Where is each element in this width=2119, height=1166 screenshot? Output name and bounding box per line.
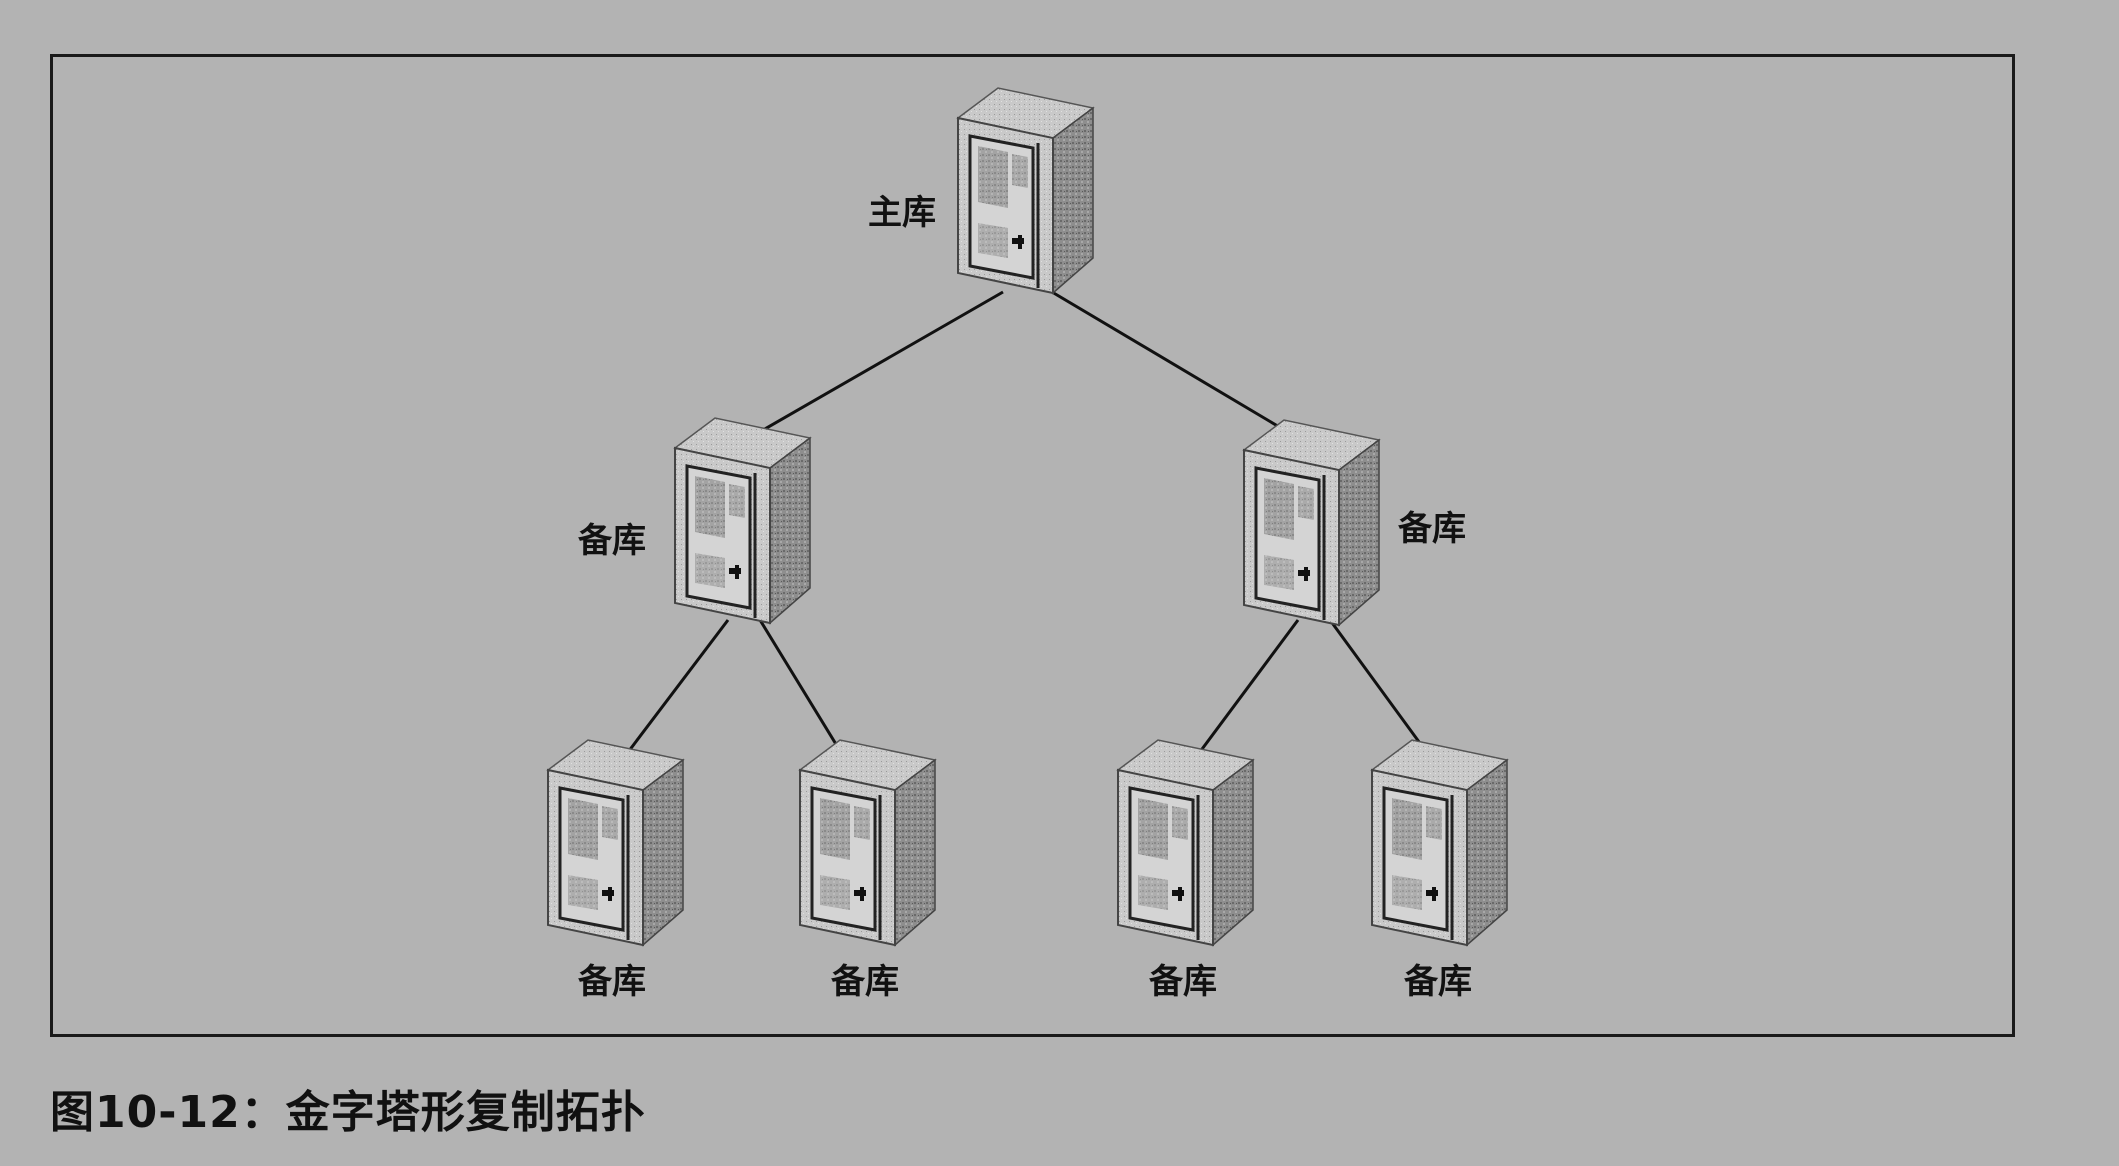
replica-l2-4-label: 备库 [1404,962,1472,1002]
replica-l1-left-label: 备库 [578,521,646,561]
replica-l1-right-server-icon [1242,418,1381,627]
replication-topology-diagram: 主库 备库 备库 备库 备库 备库 备库 [546,86,1509,1002]
replica-l1-right-label: 备库 [1398,509,1466,549]
replica-l2-1-server-icon [546,738,685,947]
edge-master-to-left [736,290,1004,447]
replica-l2-2-label: 备库 [831,962,899,1002]
replica-l1-left-server-icon [673,416,812,625]
replica-l2-3-server-icon [1116,738,1255,947]
replica-l2-3-label: 备库 [1149,962,1217,1002]
replica-l2-1-label: 备库 [578,962,646,1002]
edge-master-to-right [1051,290,1314,449]
master-server-icon [956,86,1095,295]
figure-caption: 图10-12：金字塔形复制拓扑 [50,1087,646,1138]
replica-l2-4-server-icon [1370,738,1509,947]
master-label: 主库 [868,193,936,233]
replica-l2-2-server-icon [798,738,937,947]
